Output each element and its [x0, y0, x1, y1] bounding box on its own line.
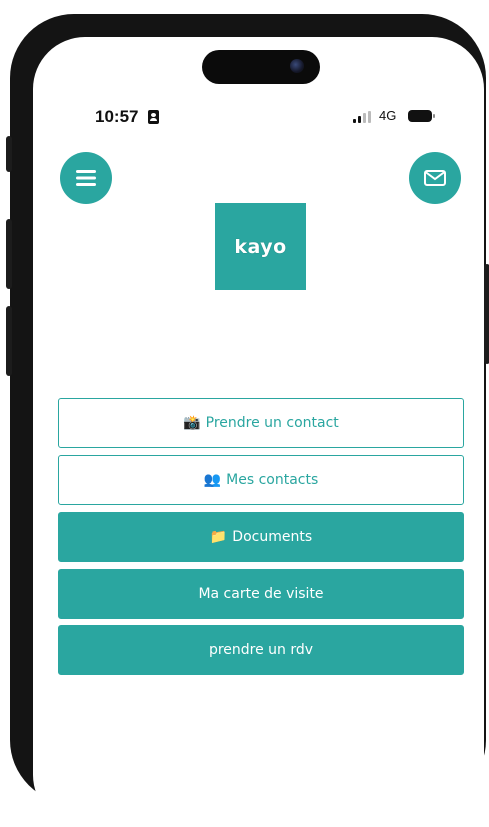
network-type: 4G	[379, 108, 397, 123]
status-time: 10:57	[95, 107, 139, 126]
prendre-contact-label: Prendre un contact	[205, 415, 339, 431]
menu-button[interactable]	[60, 152, 112, 204]
envelope-icon	[424, 170, 446, 186]
phone-frame: 10:57 4G kayo 📸 Prendre un contact 👥 Mes…	[6, 14, 489, 827]
camera-flash-icon: 📸	[183, 415, 201, 431]
kayo-logo: kayo	[215, 203, 306, 290]
carte-visite-label: Ma carte de visite	[198, 586, 324, 602]
cellular-signal-icon	[353, 111, 373, 123]
prendre-rdv-label: prendre un rdv	[208, 642, 314, 658]
contact-card-icon	[148, 110, 159, 124]
folder-icon: 📁	[209, 529, 228, 545]
front-camera-icon	[290, 59, 304, 73]
prendre-rdv-button[interactable]: prendre un rdv	[58, 625, 464, 675]
mail-button[interactable]	[409, 152, 461, 204]
carte-visite-button[interactable]: Ma carte de visite	[58, 569, 464, 619]
dynamic-island	[202, 50, 320, 84]
people-icon: 👥	[203, 472, 222, 488]
phone-volume-up	[6, 219, 12, 289]
phone-screen: 10:57 4G kayo 📸 Prendre un contact 👥 Mes…	[33, 37, 484, 827]
mes-contacts-button[interactable]: 👥 Mes contacts	[58, 455, 464, 505]
phone-silent-switch	[6, 136, 12, 172]
hamburger-menu-icon	[76, 170, 96, 186]
battery-icon	[408, 110, 435, 122]
documents-label: Documents	[232, 529, 313, 545]
documents-button[interactable]: 📁 Documents	[58, 512, 464, 562]
logo-text: kayo	[234, 235, 287, 258]
phone-volume-down	[6, 306, 12, 376]
mes-contacts-label: Mes contacts	[226, 472, 319, 488]
prendre-contact-button[interactable]: 📸 Prendre un contact	[58, 398, 464, 448]
phone-power-button	[484, 264, 489, 364]
